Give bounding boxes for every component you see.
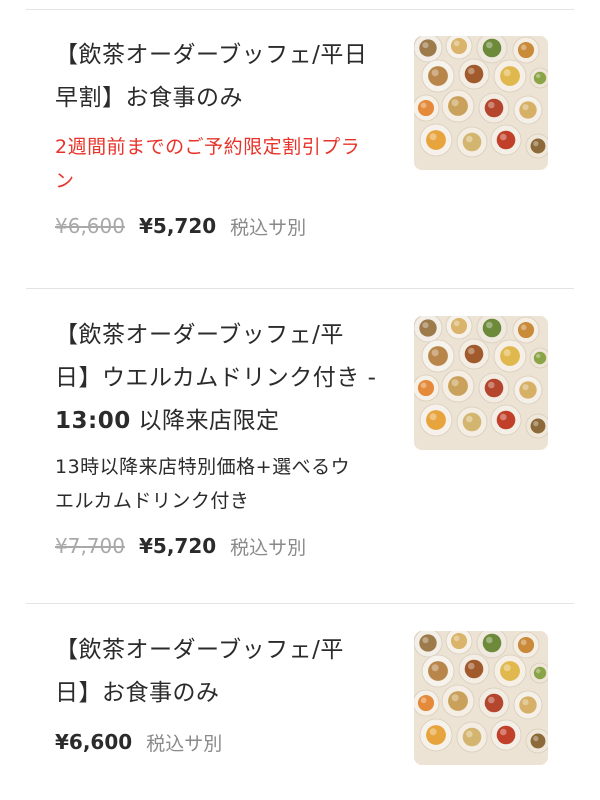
tax-note: 税込サ別 — [230, 536, 307, 559]
divider — [26, 9, 574, 10]
dim-sum-photo-icon[interactable] — [414, 631, 548, 765]
plan-description: 13時以降来店特別価格+選べるウ エルカムドリンク付き — [55, 450, 405, 518]
plan-list: 【飲茶オーダーブッフェ/平日 早割】お食事のみ 2週間前までのご予約限定割引プラ… — [0, 0, 600, 800]
tax-note: 税込サ別 — [146, 732, 223, 755]
plan-description-line: 13時以降来店特別価格+選べるウ — [55, 456, 351, 478]
original-price: ¥7,700 — [55, 534, 125, 558]
divider — [26, 288, 574, 289]
plan-description-line: エルカムドリンク付き — [55, 490, 250, 512]
plan-title-line: 以降来店限定 — [130, 408, 280, 434]
price-row: ¥6,600 ¥5,720 税込サ別 — [55, 211, 306, 241]
plan-description-line: 2週間前までのご予約限定割引プラ — [55, 136, 361, 158]
plan-description: 2週間前までのご予約限定割引プラ ン — [55, 130, 405, 198]
plan-price: ¥6,600 — [55, 730, 133, 754]
plan-title[interactable]: 【飲茶オーダーブッフェ/平日 早割】お食事のみ — [55, 34, 400, 120]
plan-title-time: 13:00 — [55, 408, 131, 434]
plan-title-line: 【飲茶オーダーブッフェ/平 — [55, 637, 344, 663]
tax-note: 税込サ別 — [230, 216, 307, 239]
dim-sum-photo-icon[interactable] — [414, 36, 548, 170]
plan-price: ¥5,720 — [138, 534, 217, 558]
price-row: ¥6,600 税込サ別 — [55, 727, 222, 757]
original-price: ¥6,600 — [55, 214, 125, 238]
plan-title[interactable]: 【飲茶オーダーブッフェ/平 日】ウエルカムドリンク付き - 13:00 以降来店… — [55, 314, 400, 443]
plan-title-line: 早割】お食事のみ — [55, 85, 243, 111]
dim-sum-photo-icon[interactable] — [414, 316, 548, 450]
plan-title[interactable]: 【飲茶オーダーブッフェ/平 日】お食事のみ — [55, 629, 400, 715]
plan-description-line: ン — [55, 170, 75, 192]
plan-price: ¥5,720 — [138, 214, 217, 238]
plan-title-line: 日】ウエルカムドリンク付き - — [55, 365, 377, 391]
plan-title-line: 【飲茶オーダーブッフェ/平 — [55, 322, 344, 348]
plan-title-line: 日】お食事のみ — [55, 680, 220, 706]
price-row: ¥7,700 ¥5,720 税込サ別 — [55, 531, 306, 561]
plan-title-line: 【飲茶オーダーブッフェ/平日 — [55, 42, 368, 68]
divider — [26, 603, 574, 604]
